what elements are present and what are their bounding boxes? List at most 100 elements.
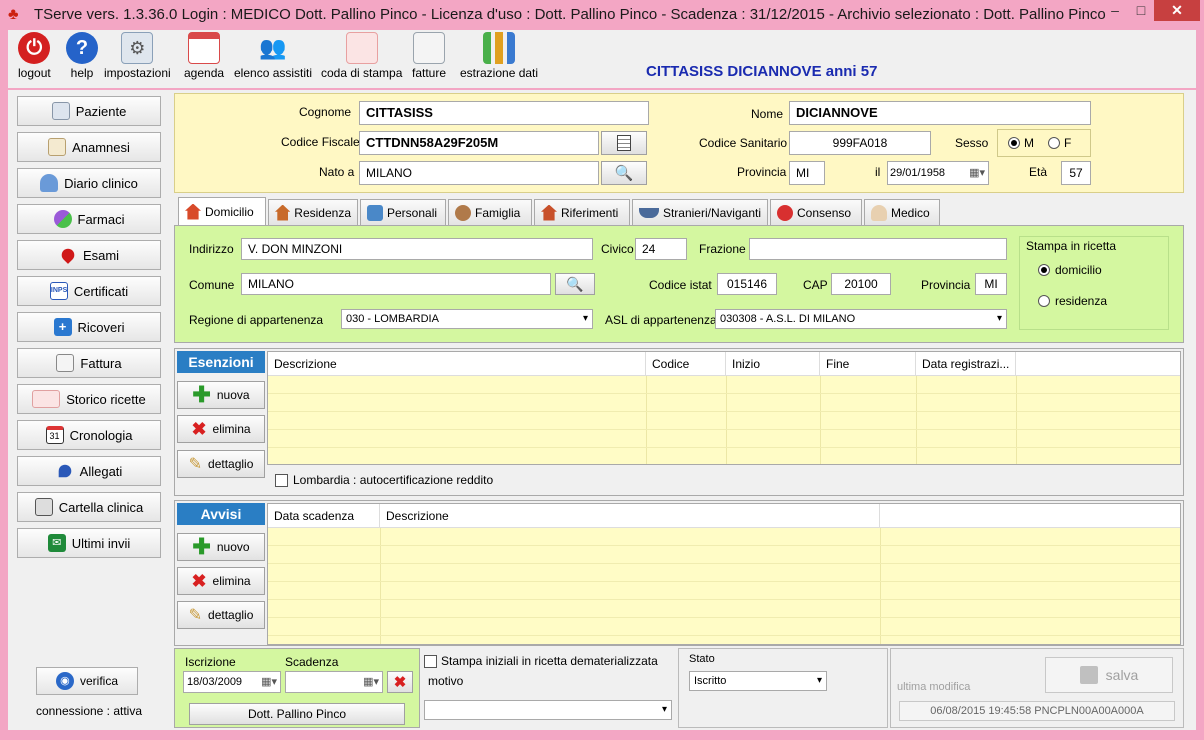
toolbar-agenda-button[interactable]: agenda	[184, 32, 224, 80]
column-header[interactable]: Descrizione	[380, 504, 880, 528]
codice-sanitario-field[interactable]: 999FA018	[789, 131, 931, 155]
column-header[interactable]: Codice	[646, 352, 726, 376]
sidebar-item-ultimi-invii[interactable]: ✉ Ultimi invii	[17, 528, 161, 558]
autocert-checkbox[interactable]	[275, 473, 288, 487]
codice-istat-field[interactable]: 015146	[717, 273, 777, 295]
stampa-domicilio-radio[interactable]	[1038, 264, 1050, 276]
column-header[interactable]: Data scadenza	[268, 504, 380, 528]
indirizzo-field[interactable]: V. DON MINZONI	[241, 238, 593, 260]
table-row[interactable]	[268, 618, 1180, 636]
birth-date-picker[interactable]: 29/01/1958 ▦▾	[887, 161, 989, 185]
table-row[interactable]	[268, 394, 1180, 412]
sidebar-item-cronologia[interactable]: 31 Cronologia	[17, 420, 161, 450]
esenzione-delete-button[interactable]: ✖ elimina	[177, 415, 265, 443]
table-row[interactable]	[268, 528, 1180, 546]
cf-calculator-button[interactable]	[601, 131, 647, 155]
comune-search-button[interactable]: 🔍	[555, 273, 595, 295]
avviso-new-button[interactable]: ✚ nuovo	[177, 533, 265, 561]
comune-field[interactable]: MILANO	[241, 273, 551, 295]
family-icon	[455, 204, 471, 221]
frazione-field[interactable]	[749, 238, 1007, 260]
sidebar-item-paziente[interactable]: Paziente	[17, 96, 161, 126]
toolbar-logout-button[interactable]: ⏻ logout	[18, 32, 51, 80]
window-title: TServe vers. 1.3.36.0 Login : MEDICO Dot…	[34, 6, 1106, 23]
tab-riferimenti[interactable]: Riferimenti	[534, 199, 630, 225]
toolbar-settings-label: impostazioni	[104, 66, 171, 80]
sesso-f-radio[interactable]	[1048, 137, 1060, 149]
toolbar-patients-list-button[interactable]: 👥 elenco assistiti	[234, 32, 312, 80]
tab-personali[interactable]: Personali	[360, 199, 446, 225]
table-row[interactable]	[268, 582, 1180, 600]
autocert-option[interactable]: Lombardia : autocertificazione reddito	[275, 473, 493, 487]
sidebar-item-ricoveri[interactable]: + Ricoveri	[17, 312, 161, 342]
iscrizione-date-picker[interactable]: 18/03/2009 ▦▾	[183, 671, 281, 693]
doctor-button[interactable]: Dott. Pallino Pinco	[189, 703, 405, 725]
detail-label: dettaglio	[208, 608, 254, 622]
stato-select[interactable]: Iscritto ▾	[689, 671, 827, 691]
close-button[interactable]: ✕	[1154, 0, 1200, 21]
table-row[interactable]	[268, 430, 1180, 448]
civico-field[interactable]: 24	[635, 238, 687, 260]
tab-residenza[interactable]: Residenza	[268, 199, 358, 225]
toolbar-settings-button[interactable]: ⚙ impostazioni	[104, 32, 171, 80]
avviso-detail-button[interactable]: ✎ dettaglio	[177, 601, 265, 629]
motivo-select[interactable]: ▾	[424, 700, 672, 720]
tab-famiglia[interactable]: Famiglia	[448, 199, 532, 225]
stampa-residenza-option[interactable]: residenza	[1038, 294, 1107, 308]
sidebar-item-storico-ricette[interactable]: Storico ricette	[17, 384, 161, 414]
stampa-iniziali-option[interactable]: Stampa iniziali in ricetta dematerializz…	[424, 654, 658, 668]
sesso-m-radio[interactable]	[1008, 137, 1020, 149]
tab-label: Consenso	[797, 205, 852, 220]
tab-stranieri-naviganti[interactable]: Stranieri/Naviganti	[632, 199, 768, 225]
nome-field[interactable]: DICIANNOVE	[789, 101, 1091, 125]
toolbar-data-export-button[interactable]: estrazione dati	[460, 32, 538, 80]
table-row[interactable]	[268, 376, 1180, 394]
tab-domicilio[interactable]: Domicilio	[178, 197, 266, 225]
birthplace-search-button[interactable]: 🔍	[601, 161, 647, 185]
stampa-domicilio-option[interactable]: domicilio	[1038, 263, 1102, 277]
avviso-delete-button[interactable]: ✖ elimina	[177, 567, 265, 595]
esenzioni-title: Esenzioni	[177, 351, 265, 373]
cap-field[interactable]: 20100	[831, 273, 891, 295]
sidebar-item-diario-clinico[interactable]: Diario clinico	[17, 168, 161, 198]
stampa-iniziali-checkbox[interactable]	[424, 654, 437, 668]
esenzione-new-button[interactable]: ✚ nuova	[177, 381, 265, 409]
toolbar-help-button[interactable]: ? help	[66, 32, 98, 80]
nato-a-field[interactable]: MILANO	[359, 161, 599, 185]
table-row[interactable]	[268, 546, 1180, 564]
asl-select[interactable]: 030308 - A.S.L. DI MILANO ▾	[715, 309, 1007, 329]
tab-medico[interactable]: Medico	[864, 199, 940, 225]
provincia-field[interactable]: MI	[975, 273, 1007, 295]
clear-scadenza-button[interactable]: ✖	[387, 671, 413, 693]
codice-fiscale-field[interactable]: CTTDNN58A29F205M	[359, 131, 599, 155]
minimize-button[interactable]: –	[1102, 0, 1128, 21]
table-row[interactable]	[268, 600, 1180, 618]
scadenza-date-picker[interactable]: ▦▾	[285, 671, 383, 693]
table-row[interactable]	[268, 564, 1180, 582]
sidebar-item-certificati[interactable]: INPS Certificati	[17, 276, 161, 306]
sidebar-item-allegati[interactable]: Allegati	[17, 456, 161, 486]
sidebar-item-cartella-clinica[interactable]: Cartella clinica	[17, 492, 161, 522]
maximize-button[interactable]: □	[1128, 0, 1154, 21]
toolbar-invoices-button[interactable]: fatture	[412, 32, 446, 80]
cognome-field[interactable]: CITTASISS	[359, 101, 649, 125]
sidebar-item-farmaci[interactable]: Farmaci	[17, 204, 161, 234]
column-header[interactable]: Data registrazi...	[916, 352, 1016, 376]
column-header[interactable]: Inizio	[726, 352, 820, 376]
save-button[interactable]: salva	[1045, 657, 1173, 693]
toolbar-print-queue-button[interactable]: coda di stampa	[321, 32, 402, 80]
tab-consenso[interactable]: Consenso	[770, 199, 862, 225]
sidebar-item-esami[interactable]: Esami	[17, 240, 161, 270]
esenzione-detail-button[interactable]: ✎ dettaglio	[177, 450, 265, 478]
sidebar-item-anamnesi[interactable]: Anamnesi	[17, 132, 161, 162]
table-row[interactable]	[268, 412, 1180, 430]
delete-icon: ✖	[393, 674, 407, 691]
stampa-residenza-radio[interactable]	[1038, 295, 1050, 307]
toolbar-agenda-label: agenda	[184, 66, 225, 80]
verify-button[interactable]: ◉ verifica	[36, 667, 138, 695]
column-header[interactable]: Descrizione	[268, 352, 646, 376]
sidebar-item-fattura[interactable]: Fattura	[17, 348, 161, 378]
provincia-nascita-field[interactable]: MI	[789, 161, 825, 185]
regione-select[interactable]: 030 - LOMBARDIA ▾	[341, 309, 593, 329]
column-header[interactable]: Fine	[820, 352, 916, 376]
